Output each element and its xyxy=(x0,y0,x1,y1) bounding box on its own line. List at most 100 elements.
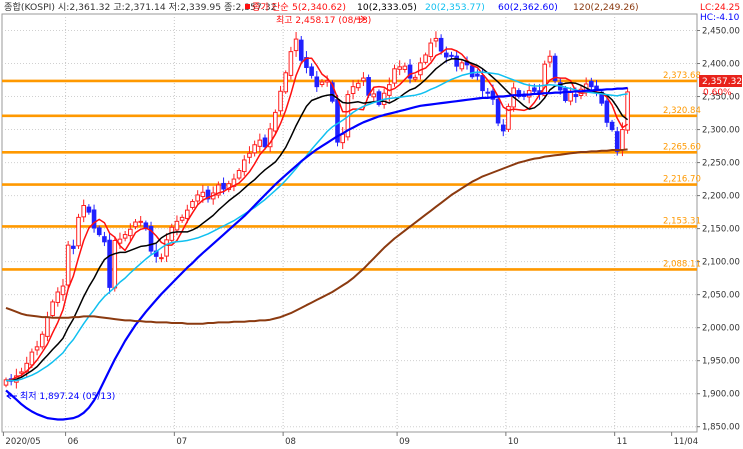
candle-body xyxy=(475,73,480,77)
ma-title-marker xyxy=(245,4,250,9)
candle-body xyxy=(273,111,278,132)
plot-area[interactable] xyxy=(1,13,698,433)
candle-body xyxy=(179,216,185,221)
ohlc-text: 종합(KOSPI) 시:2,361.32 고:2,371.14 저:2,339.… xyxy=(4,2,276,13)
y-tick-label: 2,150.00 xyxy=(702,225,740,235)
candle-body xyxy=(190,201,195,208)
y-tick-label: 2,050.00 xyxy=(702,291,740,301)
candle-body xyxy=(573,94,579,98)
candle-body xyxy=(34,346,40,351)
candle-body xyxy=(376,91,382,105)
candle-body xyxy=(221,182,226,190)
candle-body xyxy=(609,121,615,131)
ma-60-label: 60(2,362.60) xyxy=(498,2,558,13)
candle-body xyxy=(589,80,594,88)
y-tick-label: 1,950.00 xyxy=(702,357,740,367)
lc-label: LC:24.25 xyxy=(700,3,740,13)
candle-body xyxy=(568,91,573,102)
candle-body xyxy=(283,72,289,93)
candle-body xyxy=(350,86,356,95)
candle-body xyxy=(185,209,190,219)
low-annotation: 최저 1,897.24 (05/13) xyxy=(6,391,115,402)
x-axis: 2020/05 06 07 08 09 10 11 11/04 xyxy=(2,432,699,447)
candle-body xyxy=(138,220,143,223)
candle-body xyxy=(288,51,294,76)
y-tick-label: 2,100.00 xyxy=(702,258,740,268)
stock-chart[interactable]: 2,373.68 2,320.84 2,265.60 2,216.70 2,153.31… xyxy=(0,0,743,449)
candle-body xyxy=(392,68,397,84)
candle-body xyxy=(444,52,449,58)
x-tick-label: 06 xyxy=(68,437,79,447)
x-tick-label: 2020/05 xyxy=(5,437,40,447)
candle-body xyxy=(278,90,283,112)
y-tick-label: 1,900.00 xyxy=(702,390,740,400)
level-label: 2,373.68 xyxy=(663,71,701,81)
candle-body xyxy=(495,98,501,124)
candle-body xyxy=(71,245,76,249)
candle-body xyxy=(39,333,45,348)
candle-body xyxy=(65,244,71,286)
candle-body xyxy=(469,65,475,78)
candle-body xyxy=(402,65,408,70)
candle-body xyxy=(433,37,439,42)
candle-body xyxy=(418,62,423,76)
candle-body xyxy=(200,191,206,198)
x-tick-label: 11 xyxy=(617,437,628,447)
candle-body xyxy=(485,91,491,94)
candle-body xyxy=(164,239,169,257)
candle-body xyxy=(314,76,320,88)
candle-body xyxy=(454,55,459,67)
candle-body xyxy=(340,133,345,144)
y-tick-label: 2,300.00 xyxy=(702,126,740,136)
y-tick-label: 2,200.00 xyxy=(702,192,740,202)
candle-body xyxy=(29,351,35,366)
candle-body xyxy=(252,144,257,154)
candle-body xyxy=(86,206,92,213)
ma-title: 종가 단순 xyxy=(252,2,289,13)
candle-body xyxy=(500,124,506,132)
candle-body xyxy=(107,239,112,288)
x-tick-label: 09 xyxy=(399,437,410,447)
candle-body xyxy=(563,87,568,102)
candle-body xyxy=(620,129,625,151)
price-tag-value: 2,357.32 xyxy=(702,77,742,87)
x-tick-label: 10 xyxy=(508,437,519,447)
candle-body xyxy=(122,234,128,239)
candle-body xyxy=(604,100,610,123)
low-annotation-text: 최저 1,897.24 (05/13) xyxy=(20,391,115,402)
candle-body xyxy=(128,228,133,237)
candle-body xyxy=(257,139,263,147)
level-label: 2,216.70 xyxy=(663,175,701,185)
candle-body xyxy=(614,131,620,152)
candle-body xyxy=(319,81,325,86)
candle-body xyxy=(542,63,548,96)
ma-20-label: 20(2,353.77) xyxy=(425,2,485,13)
level-label: 2,153.31 xyxy=(663,216,701,226)
ma-120-label: 120(2,249.26) xyxy=(573,2,639,13)
candle-body xyxy=(241,159,247,173)
candle-body xyxy=(293,38,299,52)
level-label: 2,265.60 xyxy=(663,142,701,152)
y-tick-label: 2,400.00 xyxy=(702,60,740,70)
candle-body xyxy=(91,209,97,229)
candle-body xyxy=(459,62,465,70)
ma-10-label: 10(2,333.05) xyxy=(357,2,417,13)
x-tick-label: 07 xyxy=(176,437,187,447)
candle-body xyxy=(371,93,377,98)
candle-body xyxy=(355,82,361,89)
candle-body xyxy=(102,236,107,243)
candle-body xyxy=(81,205,87,218)
y-tick-label: 2,450.00 xyxy=(702,27,740,37)
y-tick-label: 2,250.00 xyxy=(702,159,740,169)
candle-body xyxy=(159,257,164,260)
x-tick-label: 11/04 xyxy=(674,437,699,447)
candle-body xyxy=(298,39,304,61)
candle-body xyxy=(133,221,138,228)
candle-body xyxy=(309,66,314,76)
candle-body xyxy=(45,316,50,337)
candle-body xyxy=(412,76,418,80)
candle-body xyxy=(19,371,24,374)
candle-body xyxy=(547,55,553,63)
candle-body xyxy=(195,194,200,202)
candle-body xyxy=(50,301,55,317)
